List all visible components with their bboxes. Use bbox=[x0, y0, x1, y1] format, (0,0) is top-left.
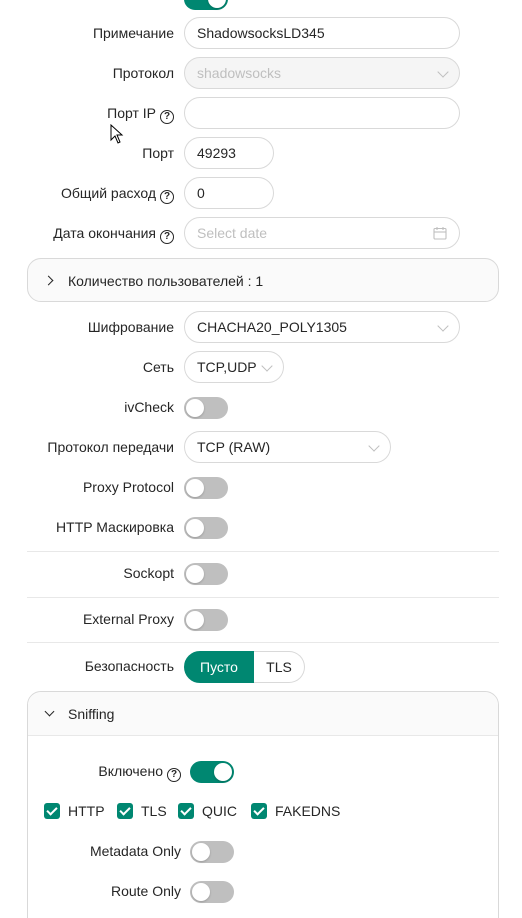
route-only-label: Route Only bbox=[110, 883, 181, 899]
security-label: Безопасность bbox=[84, 658, 174, 674]
port-label: Порт bbox=[142, 145, 174, 161]
check-icon[interactable] bbox=[178, 803, 194, 819]
port-ip-label: Порт IP? bbox=[107, 103, 174, 124]
network-select[interactable]: TCP,UDP bbox=[184, 351, 284, 383]
port-input[interactable]: 49293 bbox=[184, 137, 274, 169]
help-icon[interactable]: ? bbox=[160, 190, 174, 204]
chevron-down-icon bbox=[44, 706, 55, 717]
expiry-label-text: Дата окончания bbox=[53, 225, 156, 241]
protocol-value: shadowsocks bbox=[197, 65, 282, 81]
toggle-knob bbox=[192, 843, 210, 861]
transport-value: TCP (RAW) bbox=[197, 439, 271, 455]
check-icon[interactable] bbox=[44, 803, 60, 819]
port-value: 49293 bbox=[197, 145, 236, 161]
divider bbox=[27, 551, 499, 552]
expiry-label: Дата окончания? bbox=[53, 223, 174, 244]
help-icon[interactable]: ? bbox=[160, 230, 174, 244]
check-icon[interactable] bbox=[251, 803, 267, 819]
sniffing-enabled-label-text: Включено bbox=[98, 763, 163, 779]
users-panel-title: Количество пользователей : 1 bbox=[68, 273, 264, 289]
top-toggle[interactable] bbox=[184, 0, 228, 10]
remark-value: ShadowsocksLD345 bbox=[197, 25, 325, 41]
sniff-http-label: HTTP bbox=[68, 803, 105, 819]
calendar-icon bbox=[433, 227, 447, 240]
help-icon[interactable]: ? bbox=[160, 110, 174, 124]
sniff-fakedns-label: FAKEDNS bbox=[275, 803, 341, 819]
chevron-down-icon bbox=[437, 66, 449, 78]
transport-select[interactable]: TCP (RAW) bbox=[184, 431, 391, 463]
ivcheck-toggle[interactable] bbox=[184, 397, 228, 419]
route-only-toggle[interactable] bbox=[190, 881, 234, 903]
http-mask-toggle[interactable] bbox=[184, 517, 228, 539]
toggle-knob bbox=[214, 763, 232, 781]
toggle-knob bbox=[186, 611, 204, 629]
remark-label: Примечание bbox=[92, 25, 174, 41]
expiry-date-picker[interactable]: Select date bbox=[184, 217, 460, 249]
sniff-tls-label: TLS bbox=[141, 803, 167, 819]
sockopt-label: Sockopt bbox=[123, 565, 174, 581]
network-value: TCP,UDP bbox=[197, 359, 257, 375]
http-mask-label: HTTP Маскировка bbox=[56, 519, 174, 535]
proxy-protocol-label: Proxy Protocol bbox=[82, 479, 174, 495]
port-ip-input[interactable] bbox=[184, 97, 460, 129]
remark-input[interactable]: ShadowsocksLD345 bbox=[184, 17, 460, 49]
security-option-none[interactable]: Пусто bbox=[184, 651, 254, 683]
toggle-knob bbox=[192, 883, 210, 901]
help-icon[interactable]: ? bbox=[167, 768, 181, 782]
security-option-tls[interactable]: TLS bbox=[254, 651, 305, 683]
users-collapse-panel[interactable]: Количество пользователей : 1 bbox=[27, 258, 499, 302]
sniffing-header[interactable]: Sniffing bbox=[28, 692, 498, 736]
total-label: Общий расход? bbox=[61, 183, 174, 204]
sniffing-enabled-toggle[interactable] bbox=[190, 761, 234, 783]
toggle-knob bbox=[186, 479, 204, 497]
sniffing-title: Sniffing bbox=[68, 706, 115, 722]
toggle-knob bbox=[186, 565, 204, 583]
transport-label: Протокол передачи bbox=[47, 439, 174, 455]
cipher-value: CHACHA20_POLY1305 bbox=[197, 319, 347, 335]
toggle-knob bbox=[186, 399, 204, 417]
chevron-down-icon bbox=[261, 360, 273, 372]
port-ip-label-text: Порт IP bbox=[107, 105, 156, 121]
network-label: Сеть bbox=[142, 359, 174, 375]
total-label-text: Общий расход bbox=[60, 185, 156, 201]
divider bbox=[27, 597, 499, 598]
cipher-label: Шифрование bbox=[87, 319, 174, 335]
cipher-select[interactable]: CHACHA20_POLY1305 bbox=[184, 311, 460, 343]
sockopt-toggle[interactable] bbox=[184, 563, 228, 585]
metadata-only-toggle[interactable] bbox=[190, 841, 234, 863]
chevron-down-icon bbox=[368, 440, 380, 452]
protocol-label: Протокол bbox=[112, 65, 174, 81]
protocol-select[interactable]: shadowsocks bbox=[184, 57, 460, 89]
expiry-placeholder: Select date bbox=[197, 225, 268, 241]
ivcheck-label: ivCheck bbox=[124, 399, 174, 415]
divider bbox=[27, 642, 499, 643]
sniffing-enabled-label: Включено? bbox=[98, 761, 181, 782]
external-proxy-toggle[interactable] bbox=[184, 609, 228, 631]
sniff-quic-label: QUIC bbox=[202, 803, 237, 819]
metadata-only-label: Metadata Only bbox=[89, 843, 181, 859]
toggle-knob bbox=[208, 0, 226, 8]
check-icon[interactable] bbox=[117, 803, 133, 819]
external-proxy-label: External Proxy bbox=[82, 611, 174, 627]
mouse-cursor-icon bbox=[110, 124, 124, 144]
total-value: 0 bbox=[197, 185, 205, 201]
total-input[interactable]: 0 bbox=[184, 177, 274, 209]
chevron-down-icon bbox=[437, 320, 449, 332]
toggle-knob bbox=[186, 519, 204, 537]
proxy-protocol-toggle[interactable] bbox=[184, 477, 228, 499]
chevron-right-icon bbox=[43, 275, 54, 286]
